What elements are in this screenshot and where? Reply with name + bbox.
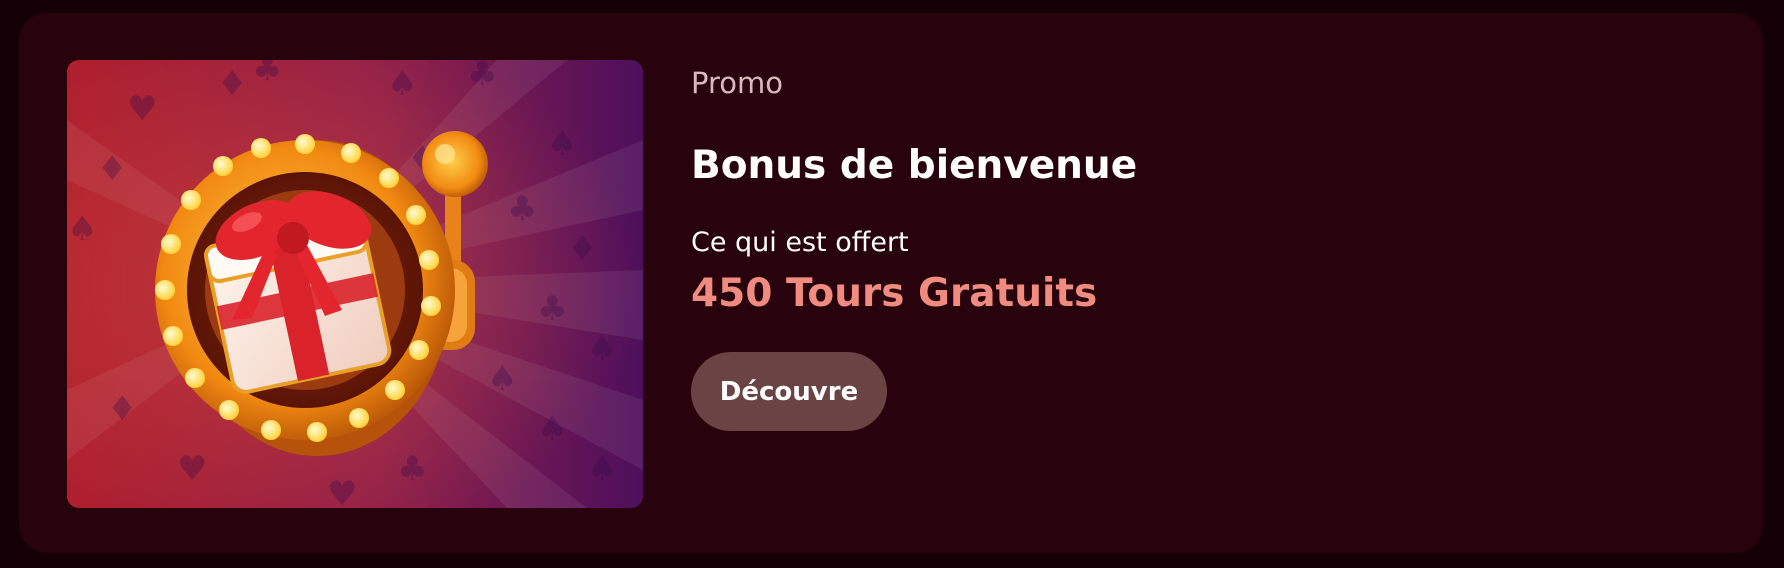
svg-text:♣: ♣ [397,449,427,489]
promo-image: ♦ ♣ ♠ ♣ ♠ ♣ ♦ ♣ ♠ ♠ ♠ ♣ ♥ ♥ ♦ ♠ ♦ ♥ ♦ ♠ [67,60,643,508]
promo-card: ♦ ♣ ♠ ♣ ♠ ♣ ♦ ♣ ♠ ♠ ♠ ♣ ♥ ♥ ♦ ♠ ♦ ♥ ♦ ♠ [19,13,1763,553]
promo-title: Bonus de bienvenue [691,143,1138,188]
svg-text:♥: ♥ [127,89,157,129]
svg-text:♠: ♠ [67,209,97,249]
offer-label: Ce qui est offert [691,227,909,258]
svg-text:♣: ♣ [537,289,567,329]
discover-button[interactable]: Découvre [691,352,887,431]
offer-value: 450 Tours Gratuits [691,271,1098,316]
svg-text:♦: ♦ [97,149,127,189]
svg-text:♥: ♥ [327,474,357,508]
slot-machine-gift-icon: ♦ ♣ ♠ ♣ ♠ ♣ ♦ ♣ ♠ ♠ ♠ ♣ ♥ ♥ ♦ ♠ ♦ ♥ ♦ ♠ [67,60,643,508]
promo-content: Promo Bonus de bienvenue Ce qui est offe… [691,13,1763,553]
svg-text:♦: ♦ [567,229,597,269]
svg-text:♦: ♦ [217,64,247,104]
svg-text:♠: ♠ [537,409,567,449]
svg-text:♦: ♦ [107,389,137,429]
promo-eyebrow: Promo [691,66,783,100]
svg-text:♠: ♠ [547,124,577,164]
svg-text:♠: ♠ [587,449,617,489]
svg-text:♥: ♥ [177,449,207,489]
svg-text:♣: ♣ [507,189,537,229]
svg-text:♣: ♣ [252,60,282,89]
svg-text:♣: ♣ [467,60,497,94]
svg-text:♠: ♠ [587,329,617,369]
svg-text:♠: ♠ [387,64,417,104]
svg-text:♠: ♠ [487,359,517,399]
